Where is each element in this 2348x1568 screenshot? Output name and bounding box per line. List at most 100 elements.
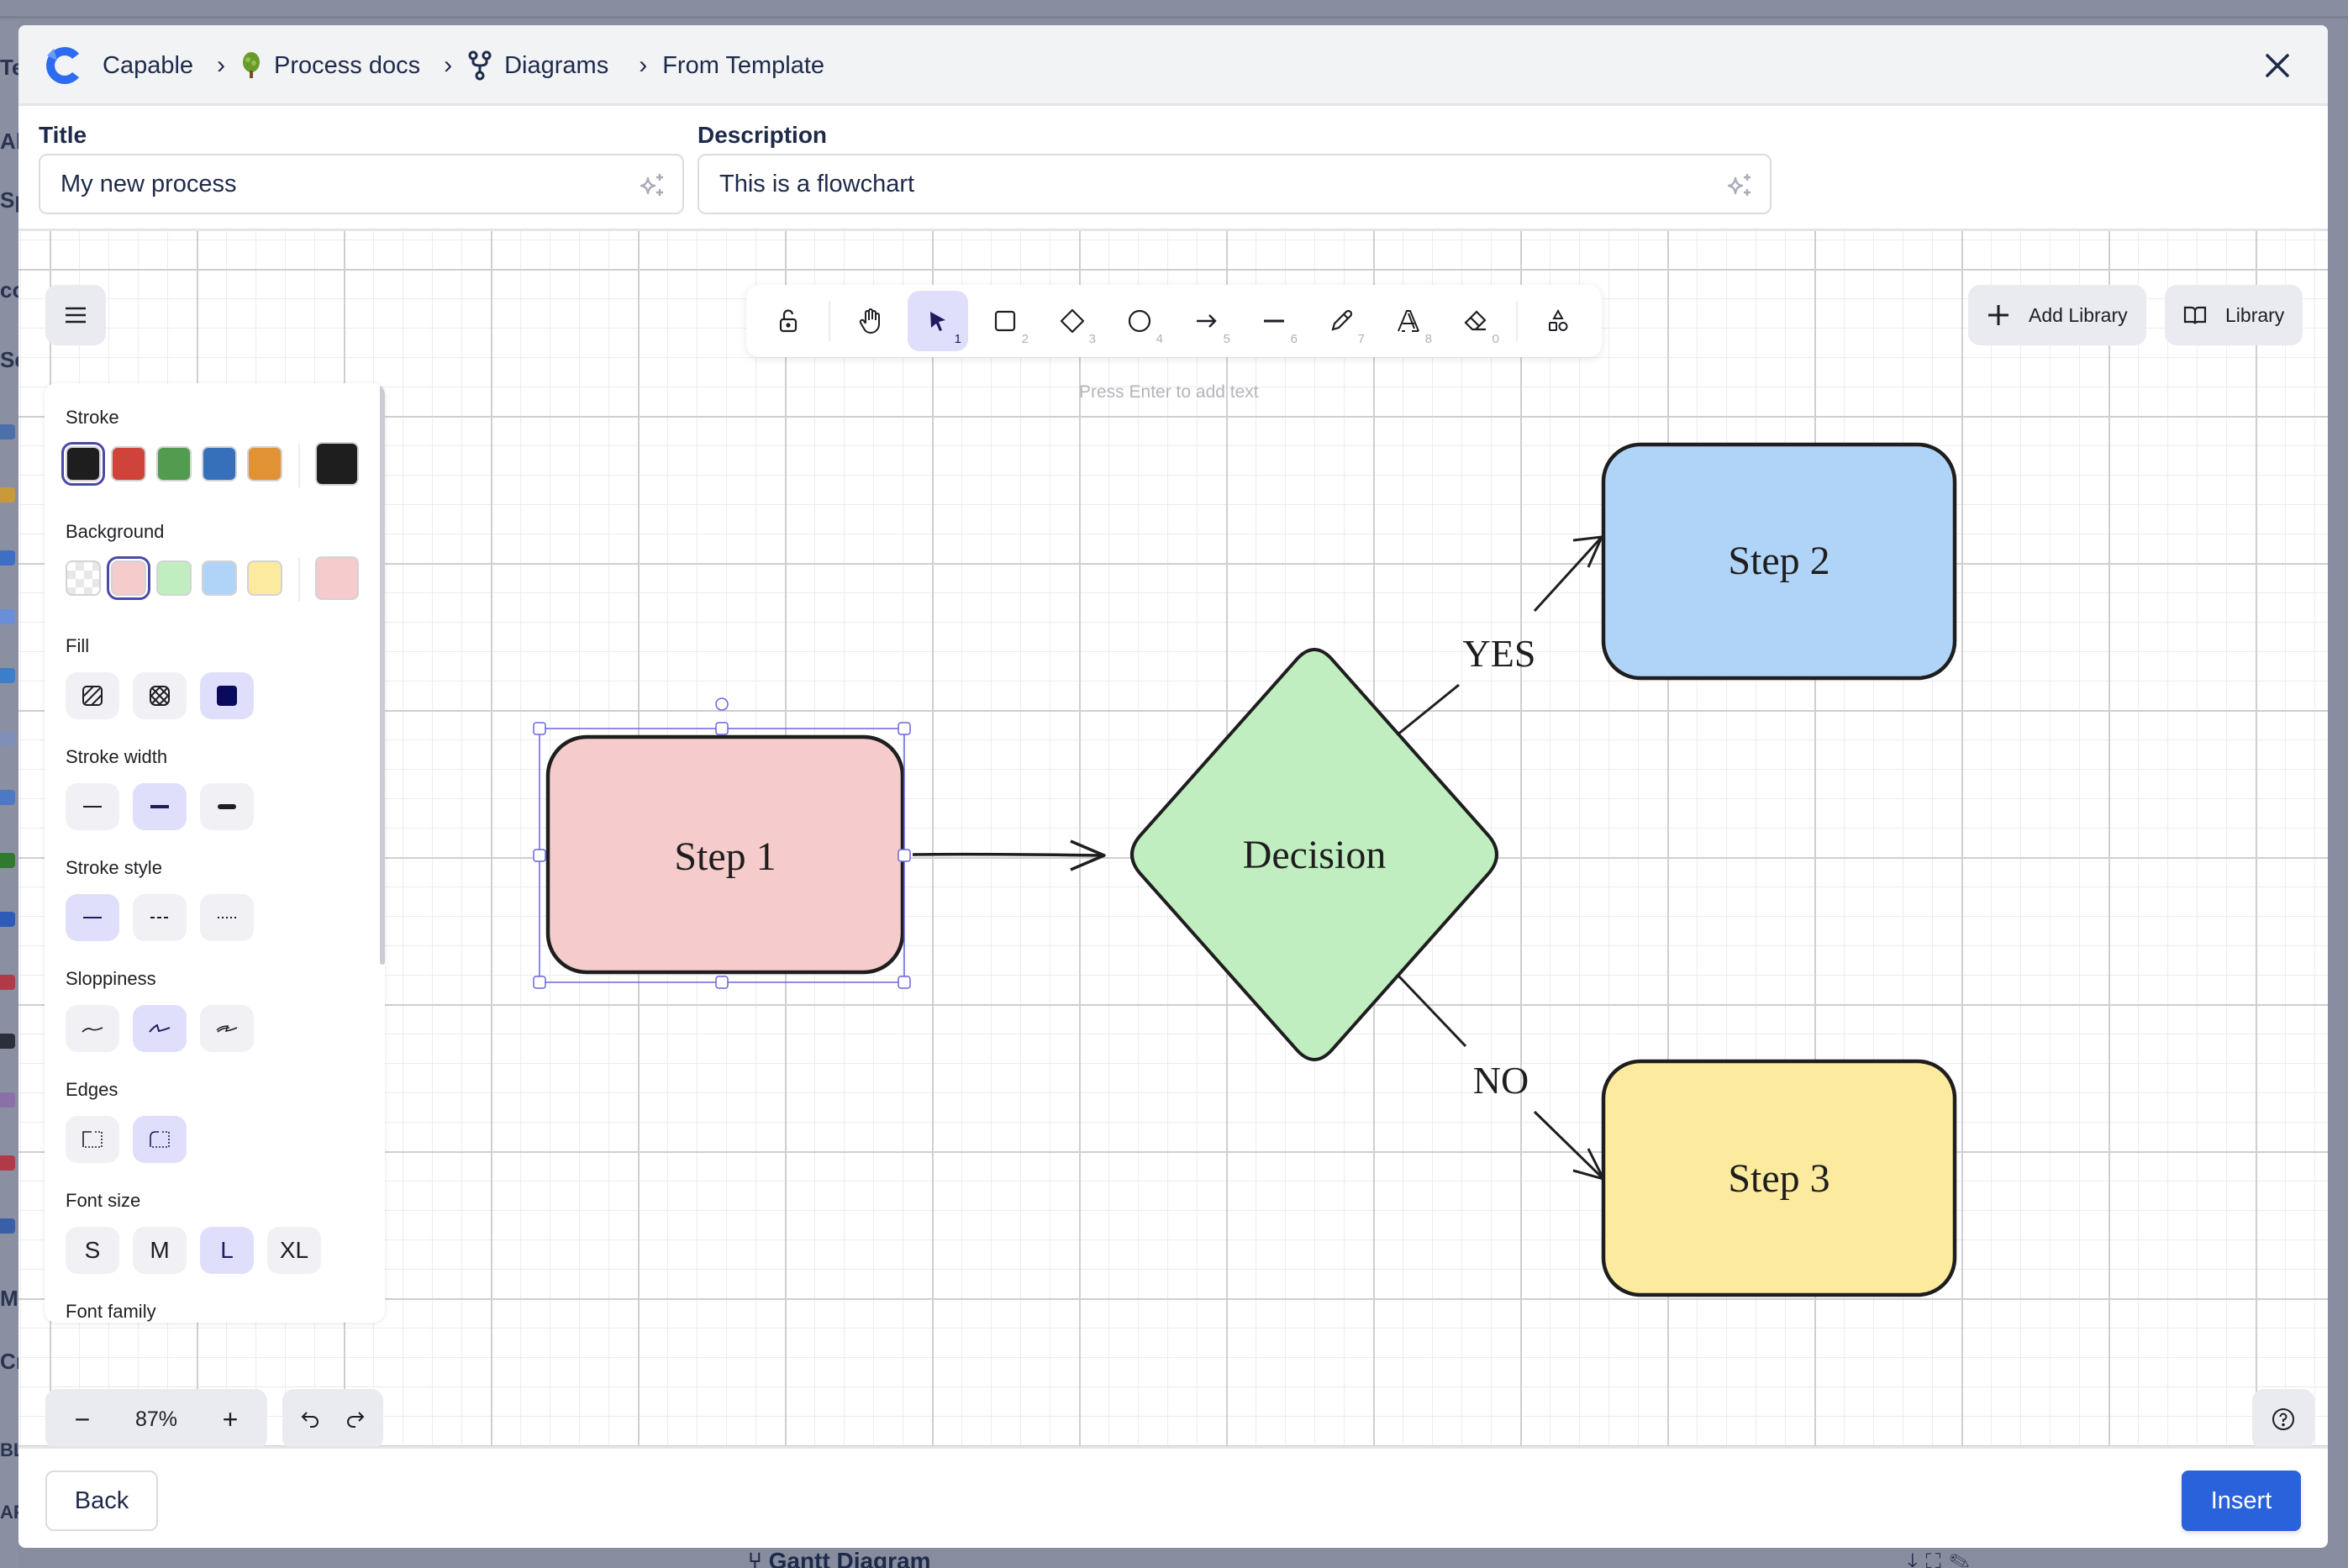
- background-swatch-yellow[interactable]: [247, 560, 282, 596]
- stroke-swatch-orange[interactable]: [247, 446, 282, 481]
- edges-sharp-button[interactable]: [66, 1116, 119, 1163]
- dotted-line-icon: [218, 917, 236, 918]
- fill-cross-hatch-button[interactable]: [133, 672, 187, 719]
- fill-hachure-button[interactable]: [66, 672, 119, 719]
- tool-ellipse[interactable]: 4: [1109, 291, 1170, 351]
- edge-step1-decision[interactable]: [912, 839, 1106, 871]
- git-fork-icon: [467, 50, 492, 81]
- font-size-m-button[interactable]: M: [133, 1227, 187, 1274]
- resize-handle[interactable]: [715, 976, 729, 989]
- resize-handle[interactable]: [898, 849, 911, 862]
- breadcrumb-diagrams[interactable]: Diagrams: [467, 50, 608, 81]
- tool-selection[interactable]: 1: [908, 291, 968, 351]
- description-label: Description: [698, 122, 828, 148]
- stroke-width-extra-bold-button[interactable]: [200, 783, 254, 830]
- sloppiness-cartoonist-button[interactable]: [200, 1005, 254, 1052]
- diamond-icon: [1060, 308, 1085, 334]
- edge-decision-step3[interactable]: NO: [1395, 972, 1606, 1181]
- stroke-width-bold-button[interactable]: [133, 783, 187, 830]
- plus-icon: [1988, 305, 2008, 325]
- zoom-level[interactable]: 87%: [135, 1408, 177, 1432]
- font-size-s-button[interactable]: S: [66, 1227, 119, 1274]
- node-decision[interactable]: Decision: [1130, 648, 1498, 1061]
- description-input[interactable]: [719, 170, 1770, 198]
- resize-handle[interactable]: [715, 722, 729, 735]
- node-step3[interactable]: Step 3: [1601, 1059, 1957, 1297]
- tool-line[interactable]: 6: [1244, 291, 1304, 351]
- close-button[interactable]: [2259, 47, 2296, 84]
- zoom-in-button[interactable]: +: [208, 1397, 252, 1441]
- sloppiness-artist-button[interactable]: [133, 1005, 187, 1052]
- help-button[interactable]: [2252, 1389, 2314, 1446]
- stroke-width-thin-button[interactable]: [66, 783, 119, 830]
- edge-label-no: NO: [1473, 1059, 1529, 1102]
- swatch-divider: [298, 444, 300, 487]
- history-controls: [282, 1389, 383, 1446]
- background-app-topbar: [0, 0, 2348, 18]
- font-size-xl-button[interactable]: XL: [267, 1227, 321, 1274]
- font-size-l-button[interactable]: L: [200, 1227, 254, 1274]
- tool-more-shapes[interactable]: [1528, 291, 1588, 351]
- edge-decision-step2[interactable]: YES: [1396, 535, 1604, 737]
- tool-eraser[interactable]: 0: [1445, 291, 1506, 351]
- breadcrumb-capable[interactable]: Capable: [103, 52, 193, 80]
- capable-logo-icon[interactable]: [42, 42, 89, 89]
- background-custom-color[interactable]: [315, 556, 359, 600]
- zoom-out-button[interactable]: −: [61, 1397, 104, 1441]
- tree-emoji-icon: [240, 52, 262, 79]
- bg-globe-icon: [0, 1218, 15, 1234]
- stroke-custom-color[interactable]: [315, 442, 359, 486]
- sparkles-icon[interactable]: [1724, 171, 1755, 201]
- stroke-style-solid-button[interactable]: [66, 894, 119, 941]
- bg-fragment: co: [0, 277, 18, 303]
- node-label: Decision: [1243, 833, 1387, 877]
- stroke-swatch-green[interactable]: [156, 446, 192, 481]
- node-step1[interactable]: Step 1: [545, 734, 905, 975]
- resize-handle[interactable]: [533, 849, 546, 862]
- tool-rectangle[interactable]: 2: [975, 291, 1035, 351]
- title-field: [39, 154, 684, 214]
- background-app-sidebar: Te Al Sp co Se M Cr BL AF: [0, 21, 18, 1568]
- library-button[interactable]: Library: [2165, 285, 2303, 345]
- breadcrumb-process-docs[interactable]: Process docs: [240, 52, 420, 80]
- stroke-style-dotted-button[interactable]: [200, 894, 254, 941]
- background-swatch-blue[interactable]: [202, 560, 237, 596]
- add-library-button[interactable]: Add Library: [1968, 285, 2146, 345]
- fill-solid-button[interactable]: [200, 672, 254, 719]
- tool-lock[interactable]: [758, 291, 819, 351]
- stroke-swatch-black[interactable]: [61, 442, 105, 486]
- tool-hand[interactable]: [840, 291, 901, 351]
- resize-handle[interactable]: [898, 722, 911, 735]
- edges-round-button[interactable]: [133, 1116, 187, 1163]
- stroke-style-dashed-button[interactable]: [133, 894, 187, 941]
- back-button[interactable]: Back: [45, 1471, 158, 1531]
- tool-draw[interactable]: 7: [1311, 291, 1371, 351]
- insert-button[interactable]: Insert: [2182, 1471, 2301, 1531]
- stroke-swatch-red[interactable]: [111, 446, 146, 481]
- stroke-swatch-blue[interactable]: [202, 446, 237, 481]
- sloppiness-architect-button[interactable]: [66, 1005, 119, 1052]
- drawing-canvas[interactable]: YES NO Step 1 Decision Step 2 Step 3 1 2…: [18, 229, 2328, 1449]
- node-step2[interactable]: Step 2: [1601, 442, 1957, 681]
- tool-arrow[interactable]: 5: [1177, 291, 1237, 351]
- resize-handle[interactable]: [533, 722, 546, 735]
- background-swatch-transparent[interactable]: [66, 560, 101, 596]
- redo-button[interactable]: [335, 1397, 376, 1441]
- sparkles-icon[interactable]: [637, 171, 667, 201]
- title-input[interactable]: [61, 170, 682, 198]
- panel-scrollbar[interactable]: [380, 385, 385, 965]
- chevron-right-icon: ›: [444, 51, 453, 79]
- tool-diamond[interactable]: 3: [1042, 291, 1103, 351]
- background-swatch-pink[interactable]: [107, 556, 150, 600]
- undo-button[interactable]: [290, 1397, 330, 1441]
- font-size-label: Font size: [66, 1190, 141, 1211]
- sloppiness-label: Sloppiness: [66, 968, 156, 989]
- resize-handle[interactable]: [533, 976, 546, 989]
- background-swatch-green[interactable]: [156, 560, 192, 596]
- background-label: Background: [66, 521, 165, 542]
- tool-text[interactable]: 8: [1378, 291, 1439, 351]
- resize-handle[interactable]: [898, 976, 911, 989]
- main-menu-button[interactable]: [45, 285, 106, 345]
- rotate-handle[interactable]: [715, 697, 729, 711]
- tool-shortcut: 3: [1088, 332, 1096, 346]
